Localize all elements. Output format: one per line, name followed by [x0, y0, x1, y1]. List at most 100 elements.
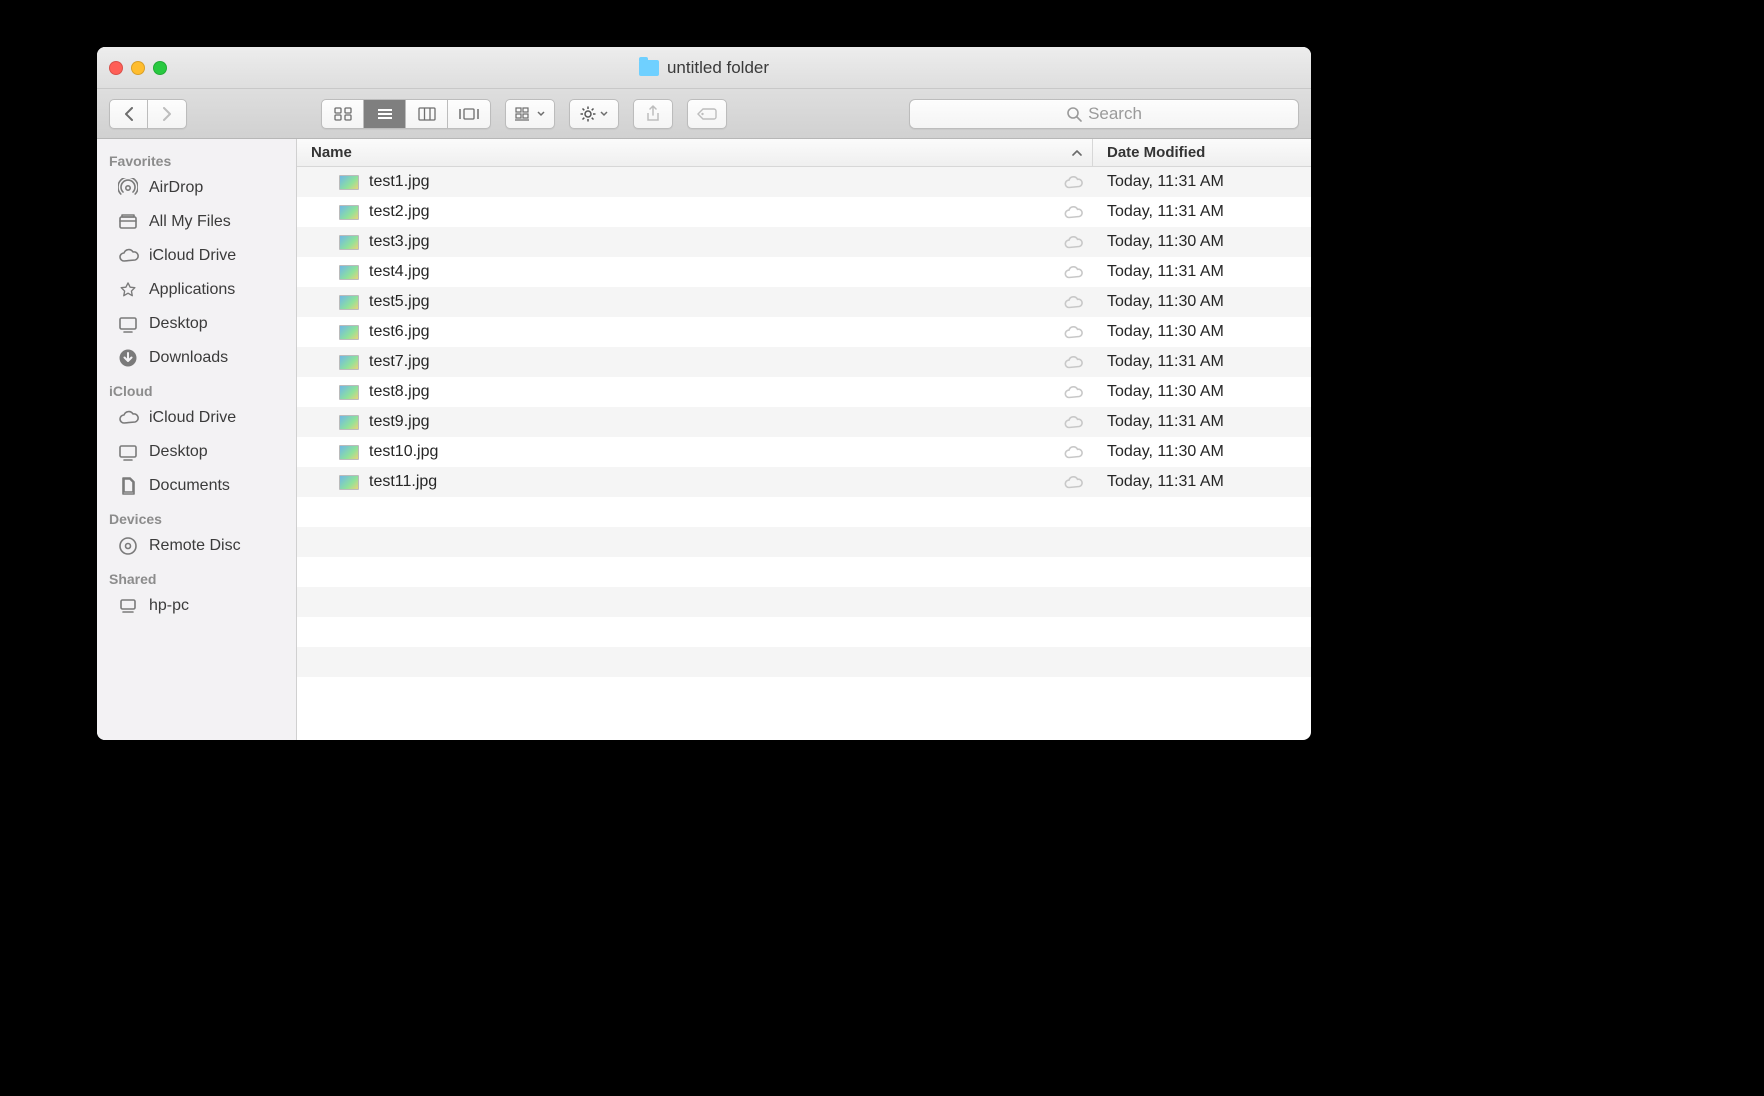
file-name-cell: test4.jpg: [297, 263, 1053, 281]
file-row[interactable]: test9.jpgToday, 11:31 AM: [297, 407, 1311, 437]
computer-icon: [117, 595, 139, 617]
finder-window: untitled folder: [97, 47, 1311, 740]
sidebar-item[interactable]: Remote Disc: [97, 529, 296, 563]
cloud-status-icon: [1053, 325, 1093, 340]
tags-button[interactable]: [687, 99, 727, 129]
sidebar-item[interactable]: iCloud Drive: [97, 401, 296, 435]
sidebar-item-label: Documents: [149, 477, 230, 495]
list-view-button[interactable]: [364, 100, 406, 128]
file-name: test11.jpg: [369, 473, 437, 491]
file-date: Today, 11:31 AM: [1093, 263, 1311, 281]
sidebar-item[interactable]: Applications: [97, 273, 296, 307]
sidebar[interactable]: FavoritesAirDropAll My FilesiCloud Drive…: [97, 139, 297, 740]
sidebar-item[interactable]: hp-pc: [97, 589, 296, 623]
file-row[interactable]: test10.jpg Today, 11:30 AM: [297, 437, 1311, 467]
allfiles-icon: [117, 211, 139, 233]
chevron-left-icon: [123, 107, 135, 121]
toolbar: Search: [97, 89, 1311, 139]
sidebar-item[interactable]: AirDrop: [97, 171, 296, 205]
column-header-name[interactable]: Name: [297, 139, 1093, 166]
file-name: test9.jpg: [369, 413, 429, 431]
back-button[interactable]: [110, 100, 148, 128]
file-name-cell: test6.jpg: [297, 323, 1053, 341]
file-row[interactable]: test6.jpg Today, 11:30 AM: [297, 317, 1311, 347]
gear-icon: [580, 106, 596, 122]
desktop-icon: [117, 441, 139, 463]
sidebar-section-title: Favorites: [97, 145, 296, 171]
cloud-status-icon: [1053, 235, 1093, 250]
cloud-status-icon: [1053, 205, 1093, 220]
traffic-lights: [109, 61, 167, 75]
file-date: Today, 11:30 AM: [1093, 443, 1311, 461]
sidebar-item[interactable]: iCloud Drive: [97, 239, 296, 273]
file-name: test10.jpg: [369, 443, 438, 461]
downloads-icon: [117, 347, 139, 369]
file-row: [297, 497, 1311, 527]
file-row[interactable]: test7.jpgToday, 11:31 AM: [297, 347, 1311, 377]
file-date: Today, 11:30 AM: [1093, 383, 1311, 401]
cloud-icon: [117, 245, 139, 267]
column-view-button[interactable]: [406, 100, 448, 128]
image-thumbnail-icon: [339, 415, 359, 430]
column-header-date[interactable]: Date Modified: [1093, 139, 1311, 166]
column-header-row: Name Date Modified: [297, 139, 1311, 167]
file-rows[interactable]: test1.jpgToday, 11:31 AMtest2.jpgToday, …: [297, 167, 1311, 740]
view-mode-segment: [321, 99, 491, 129]
titlebar[interactable]: untitled folder: [97, 47, 1311, 89]
file-name: test1.jpg: [369, 173, 429, 191]
action-button[interactable]: [569, 99, 619, 129]
sidebar-item-label: Remote Disc: [149, 537, 241, 555]
file-name: test6.jpg: [369, 323, 429, 341]
documents-icon: [117, 475, 139, 497]
search-field[interactable]: Search: [909, 99, 1299, 129]
share-button[interactable]: [633, 99, 673, 129]
file-date: Today, 11:30 AM: [1093, 323, 1311, 341]
desktop-icon: [117, 313, 139, 335]
file-name: test8.jpg: [369, 383, 429, 401]
sidebar-item[interactable]: Desktop: [97, 435, 296, 469]
file-date: Today, 11:31 AM: [1093, 173, 1311, 191]
file-row[interactable]: test8.jpg Today, 11:30 AM: [297, 377, 1311, 407]
image-thumbnail-icon: [339, 175, 359, 190]
close-button[interactable]: [109, 61, 123, 75]
forward-button[interactable]: [148, 100, 186, 128]
coverflow-view-button[interactable]: [448, 100, 490, 128]
file-name: test3.jpg: [369, 233, 429, 251]
airdrop-icon: [117, 177, 139, 199]
sidebar-item[interactable]: Documents: [97, 469, 296, 503]
coverflow-icon: [458, 107, 480, 121]
file-list-pane: Name Date Modified test1.jpg Today, 11:31…: [297, 139, 1311, 740]
zoom-button[interactable]: [153, 61, 167, 75]
icon-view-button[interactable]: [322, 100, 364, 128]
file-name: test2.jpg: [369, 203, 429, 221]
disc-icon: [117, 535, 139, 557]
file-name-cell: test11.jpg: [297, 473, 1053, 491]
cloud-status-icon: [1053, 415, 1093, 430]
chevron-down-icon: [537, 111, 545, 117]
file-row[interactable]: test5.jpgToday, 11:30 AM: [297, 287, 1311, 317]
image-thumbnail-icon: [339, 385, 359, 400]
grid-icon: [334, 107, 352, 121]
file-row[interactable]: test2.jpgToday, 11:31 AM: [297, 197, 1311, 227]
sidebar-item[interactable]: Downloads: [97, 341, 296, 375]
image-thumbnail-icon: [339, 355, 359, 370]
share-icon: [645, 105, 661, 123]
sidebar-item[interactable]: All My Files: [97, 205, 296, 239]
sidebar-section-title: Devices: [97, 503, 296, 529]
file-row[interactable]: test4.jpg Today, 11:31 AM: [297, 257, 1311, 287]
file-name: test7.jpg: [369, 353, 429, 371]
file-name-cell: test7.jpg: [297, 353, 1053, 371]
cloud-status-icon: [1053, 475, 1093, 490]
file-row[interactable]: test3.jpgToday, 11:30 AM: [297, 227, 1311, 257]
sidebar-item[interactable]: Desktop: [97, 307, 296, 341]
minimize-button[interactable]: [131, 61, 145, 75]
file-row[interactable]: test11.jpgToday, 11:31 AM: [297, 467, 1311, 497]
sidebar-section-title: iCloud: [97, 375, 296, 401]
file-row[interactable]: test1.jpg Today, 11:31 AM: [297, 167, 1311, 197]
arrange-button[interactable]: [505, 99, 555, 129]
sidebar-item-label: Desktop: [149, 315, 208, 333]
image-thumbnail-icon: [339, 235, 359, 250]
sidebar-item-label: Downloads: [149, 349, 228, 367]
search-placeholder: Search: [1088, 104, 1142, 124]
sidebar-item-label: iCloud Drive: [149, 409, 236, 427]
